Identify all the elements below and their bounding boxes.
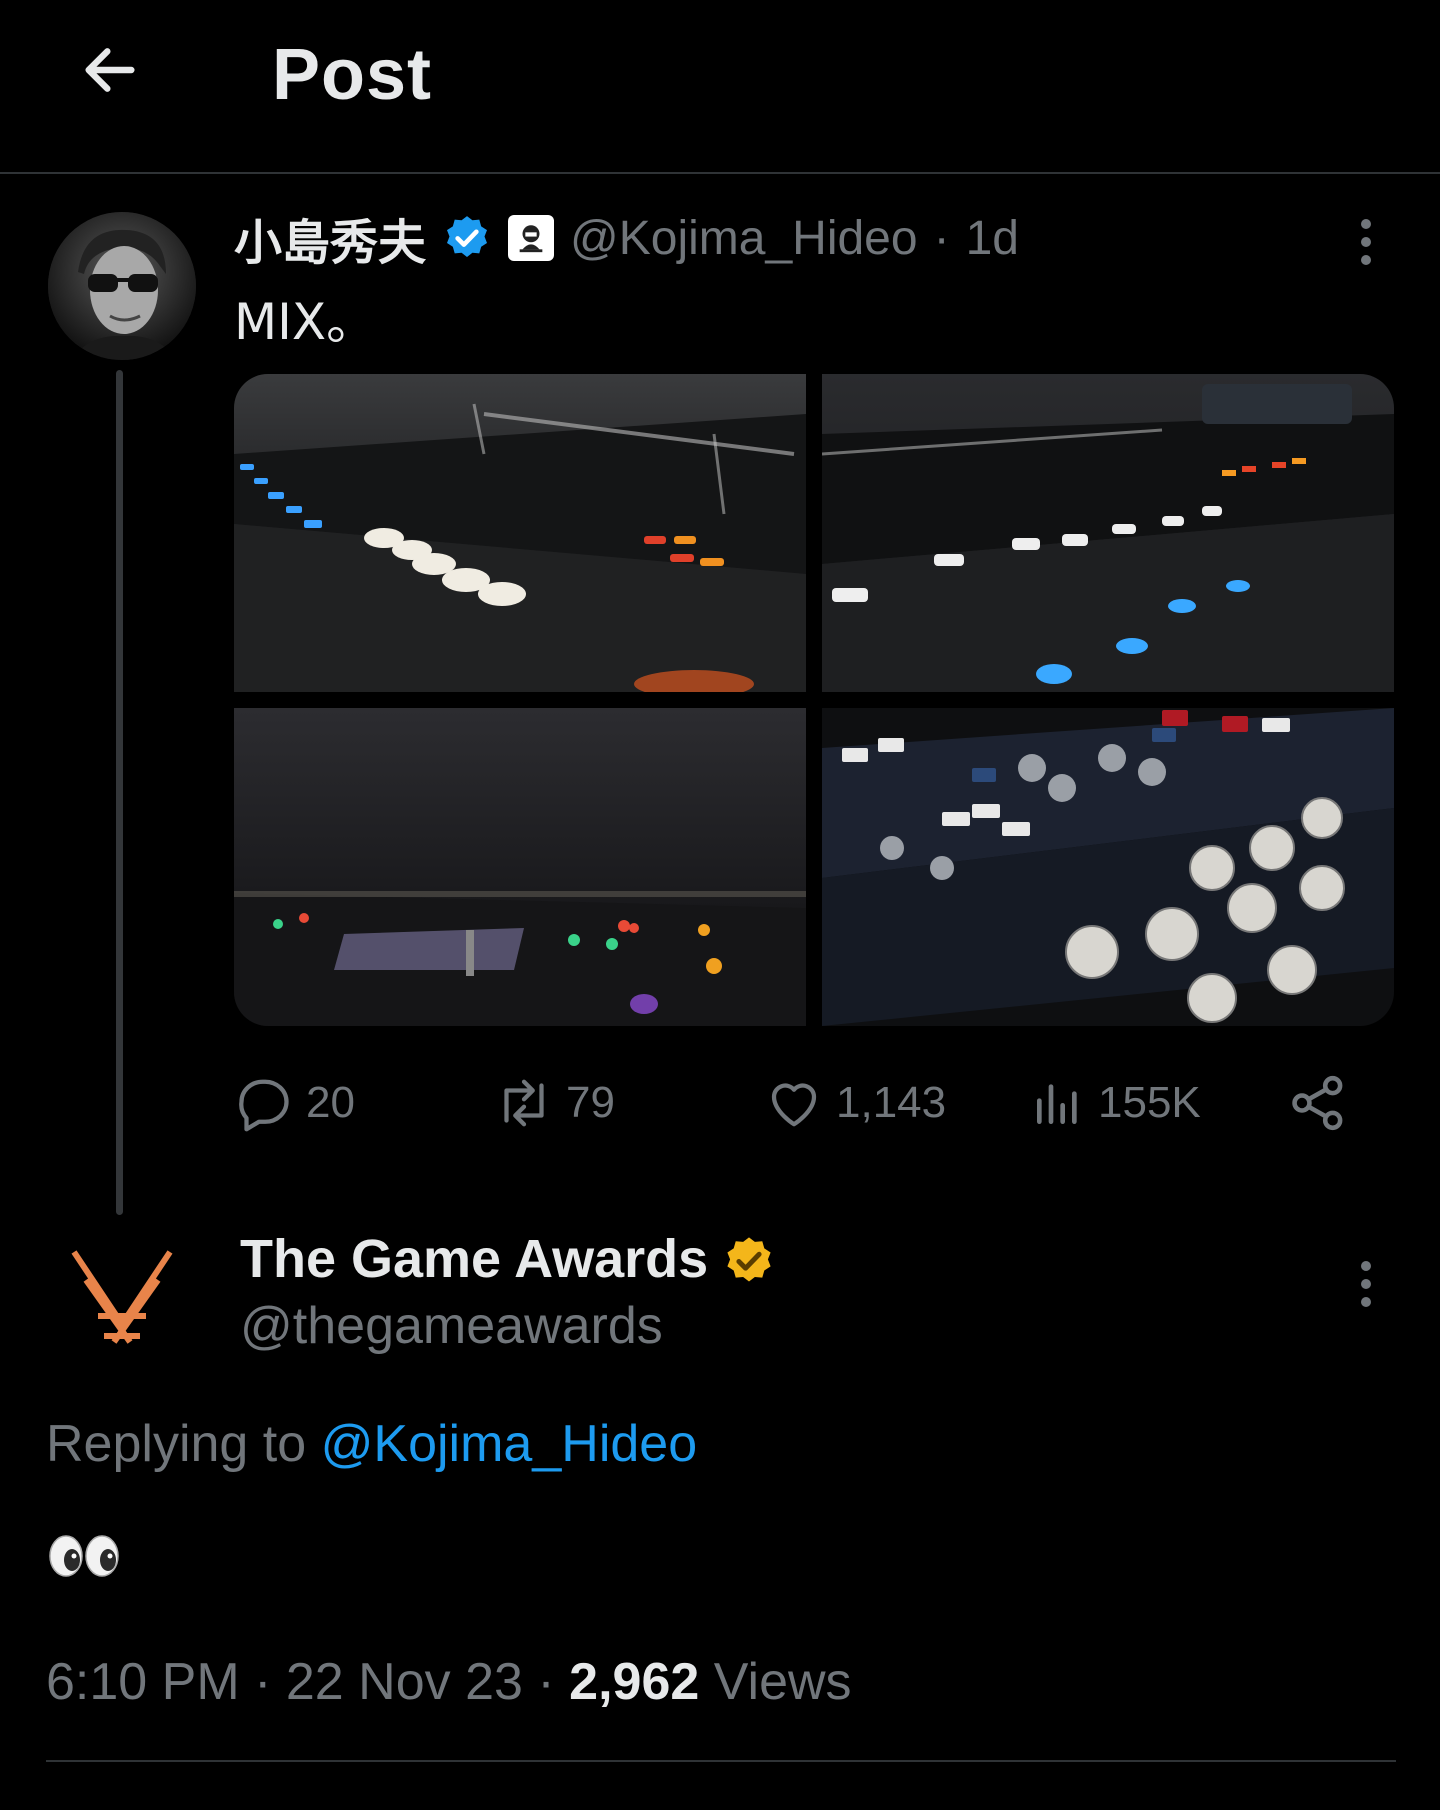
share-button[interactable] bbox=[1286, 1068, 1350, 1138]
tweet-header: 小島秀夫 @Kojima_Hideo · 1d bbox=[234, 208, 1019, 272]
reply-time[interactable]: 6:10 PM bbox=[46, 1653, 240, 1711]
avatar-thegameawards[interactable] bbox=[52, 1240, 192, 1360]
repost-count: 79 bbox=[566, 1078, 615, 1127]
like-count: 1,143 bbox=[836, 1078, 947, 1127]
media-image-1[interactable] bbox=[234, 374, 806, 692]
like-button[interactable]: 1,143 bbox=[764, 1068, 946, 1138]
reply-icon bbox=[239, 1079, 289, 1132]
avatar[interactable] bbox=[48, 212, 196, 360]
tweet-actions: 20 79 1,143 155K bbox=[234, 1068, 1364, 1138]
media-grid bbox=[234, 374, 1394, 1026]
media-image-3[interactable] bbox=[234, 708, 806, 1026]
media-image-4[interactable] bbox=[822, 708, 1394, 1026]
bottom-divider bbox=[46, 1760, 1396, 1762]
page-title: Post bbox=[272, 35, 433, 115]
reply-button[interactable]: 20 bbox=[234, 1068, 355, 1138]
reply-count: 20 bbox=[306, 1078, 355, 1127]
media-image-2[interactable] bbox=[822, 374, 1394, 692]
reply-text bbox=[46, 1528, 126, 1584]
views-count: 155K bbox=[1098, 1078, 1201, 1127]
reply-date[interactable]: 22 Nov 23 bbox=[286, 1653, 523, 1711]
eyes-emoji-icon bbox=[49, 1535, 119, 1577]
reply-author-handle[interactable]: @thegameawards bbox=[240, 1296, 663, 1356]
timestamp[interactable]: 1d bbox=[966, 211, 1019, 266]
arrow-left-icon bbox=[85, 48, 135, 92]
reply-more-options-button[interactable] bbox=[1344, 1254, 1388, 1314]
author-handle[interactable]: @Kojima_Hideo bbox=[570, 211, 918, 266]
back-button[interactable] bbox=[70, 30, 150, 110]
more-vertical-icon bbox=[1361, 219, 1371, 265]
bar-chart-icon bbox=[1037, 1084, 1077, 1124]
views-button[interactable]: 155K bbox=[1030, 1068, 1201, 1138]
tweet-text: MIX。 bbox=[234, 293, 377, 351]
repost-button[interactable]: 79 bbox=[494, 1068, 615, 1138]
verified-badge-icon bbox=[442, 213, 492, 263]
reply-meta: 6:10 PM · 22 Nov 23 · 2,962 Views bbox=[46, 1652, 852, 1712]
avatar-photo bbox=[48, 212, 196, 360]
replying-to: Replying to @Kojima_Hideo bbox=[46, 1414, 697, 1474]
replying-to-mention[interactable]: @Kojima_Hideo bbox=[321, 1415, 698, 1473]
more-vertical-icon bbox=[1361, 1261, 1371, 1307]
header-divider bbox=[0, 172, 1440, 174]
author-name[interactable]: 小島秀夫 bbox=[234, 203, 426, 273]
reply-views-label: Views bbox=[713, 1653, 852, 1711]
separator-dot: · bbox=[933, 211, 950, 265]
meta-separator: · bbox=[537, 1653, 555, 1711]
more-options-button[interactable] bbox=[1344, 212, 1388, 272]
share-icon bbox=[1292, 1075, 1343, 1131]
meta-separator: · bbox=[254, 1653, 272, 1711]
reply-views-count: 2,962 bbox=[569, 1653, 700, 1711]
repost-icon bbox=[504, 1079, 544, 1127]
thread-line bbox=[116, 370, 123, 1215]
reply-author-row: The Game Awards bbox=[240, 1228, 772, 1290]
heart-icon bbox=[771, 1083, 817, 1127]
verified-gold-badge-icon bbox=[722, 1234, 772, 1284]
affiliate-badge-icon[interactable] bbox=[508, 215, 555, 261]
game-awards-logo-icon bbox=[71, 1250, 173, 1344]
replying-to-label: Replying to bbox=[46, 1415, 307, 1473]
reply-author-name[interactable]: The Game Awards bbox=[240, 1228, 708, 1290]
